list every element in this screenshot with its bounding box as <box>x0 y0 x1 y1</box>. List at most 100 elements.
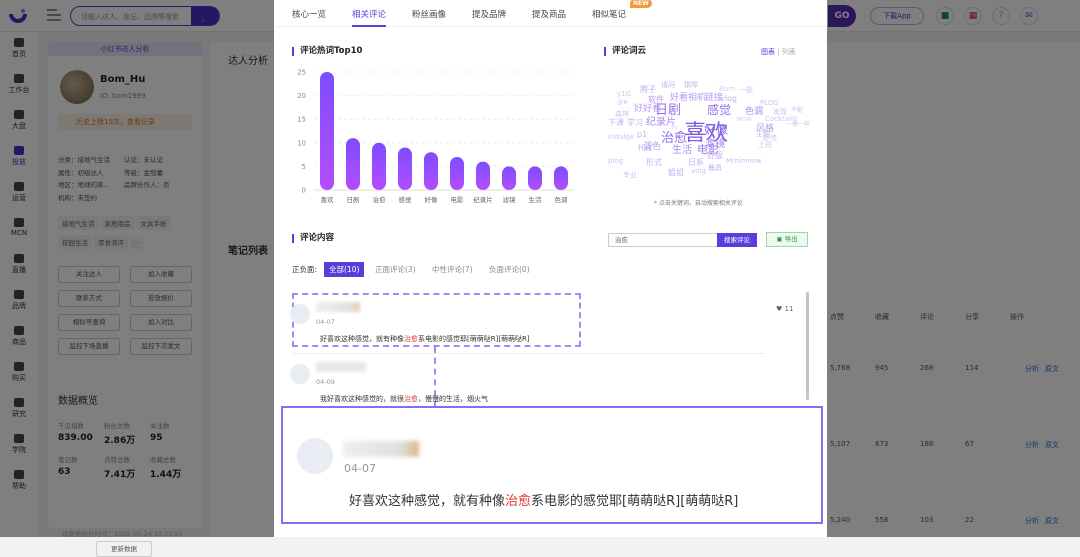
y-tick-label: 10 <box>297 139 306 147</box>
comment-text: 我好喜欢这种感觉的，就很治愈，慢慢的生活，烟火气 <box>320 395 488 403</box>
cloud-word[interactable]: 请问 <box>661 80 675 90</box>
modal-tab[interactable]: 相关评论 <box>352 8 387 27</box>
divider <box>292 353 765 354</box>
export-label: 导出 <box>784 235 798 243</box>
cloud-word[interactable]: 托盘 <box>638 143 652 153</box>
blurred-username <box>316 362 366 372</box>
x-tick-label: 喜欢 <box>321 195 335 204</box>
top10-bar-chart: 0 5 10 15 20 25 喜欢 日剧 治愈 感觉 好像 电影 纪录片 滤镜 生活 色调 <box>297 69 574 204</box>
blurred-username <box>343 441 419 457</box>
x-tick-label: 好像 <box>425 195 439 204</box>
bar-日剧[interactable] <box>346 138 360 190</box>
cloud-word[interactable]: vv <box>671 124 678 131</box>
x-tick-label: 纪录片 <box>473 195 493 204</box>
bar-色调[interactable] <box>554 166 568 190</box>
modal-tab[interactable]: 粉丝画像 <box>412 8 446 20</box>
cloud-word[interactable]: y1G <box>617 90 631 98</box>
cloud-word[interactable]: 发现 <box>773 107 787 117</box>
cloud-word[interactable]: 钢琴 <box>684 80 698 90</box>
user-avatar-icon <box>290 304 310 324</box>
y-tick-label: 5 <box>302 163 306 171</box>
comment-search-input[interactable]: 治愈 <box>608 233 718 247</box>
bar-治愈[interactable] <box>372 142 386 190</box>
sentiment-filter[interactable]: 负面评论(0) <box>489 264 530 275</box>
cloud-word[interactable]: 餐具 <box>708 163 722 173</box>
user-avatar-icon <box>290 364 310 384</box>
cloud-word[interactable]: 滤镜 <box>705 135 725 150</box>
cloud-word[interactable]: p1 <box>637 130 647 139</box>
cloud-word[interactable]: 好哇 <box>763 133 777 143</box>
bar-感觉[interactable] <box>398 147 412 190</box>
cloud-view-switch: 图表 | 列表 <box>761 48 796 56</box>
export-button[interactable]: ▣ 导出 <box>766 232 808 247</box>
cloud-word[interactable]: PLOG <box>760 99 779 107</box>
cloud-word[interactable]: vlog <box>720 94 737 103</box>
modal-tab[interactable]: 核心一览 <box>292 8 326 20</box>
cloud-title: 评论词云 <box>604 47 646 56</box>
cloud-word[interactable]: 腾子 <box>640 84 656 95</box>
bar-生活[interactable] <box>528 166 542 190</box>
y-tick-label: 20 <box>297 92 306 100</box>
bar-纪录片[interactable] <box>476 161 490 190</box>
modal-tab[interactable]: 提及商品 <box>532 8 566 20</box>
search-comments-button[interactable]: 搜索评论 <box>717 233 757 247</box>
cloud-word[interactable]: 不配 <box>791 105 803 114</box>
cloud-word[interactable]: 形式 <box>646 157 662 168</box>
cloud-word[interactable]: plog <box>608 157 623 165</box>
sentiment-label: 正负面: <box>292 265 318 274</box>
cloud-word[interactable]: 一部 <box>739 85 753 95</box>
cloud-note: * 点击关键词，自动搜索相关评论 <box>654 200 743 207</box>
y-tick-label: 0 <box>302 187 306 195</box>
cloud-word[interactable]: 好看 <box>670 90 688 103</box>
chart-view-link[interactable]: 图表 <box>761 48 775 56</box>
cloud-word[interactable]: 生活 <box>672 141 692 156</box>
comment-likes: ♥ 11 <box>776 305 794 313</box>
bar-电影[interactable] <box>450 156 464 190</box>
new-badge: NEW <box>630 0 652 8</box>
cloud-word[interactable]: Bom <box>719 85 735 93</box>
cloud-word[interactable]: 软件 <box>648 94 664 105</box>
x-tick-label: 感觉 <box>399 195 413 204</box>
x-tick-label: 日剧 <box>347 195 360 204</box>
cloud-word[interactable]: Indulge <box>608 133 634 141</box>
comment-date: 04-09 <box>316 378 335 386</box>
bar-喜欢[interactable] <box>320 72 334 190</box>
keyword-highlight: 治愈 <box>404 395 418 403</box>
cloud-word[interactable]: 一模一样 <box>786 119 810 128</box>
blurred-username <box>316 302 360 312</box>
modal-tab[interactable]: 相似笔记 <box>592 8 626 20</box>
comment-text: 好喜欢这种感觉，就有种像治愈系电影的感觉耶[萌萌哒R][萌萌哒R] <box>349 494 739 509</box>
cloud-word[interactable]: wow <box>736 115 752 123</box>
cloud-word[interactable]: 感觉 <box>707 101 731 118</box>
cloud-word[interactable]: 舒服 <box>707 150 723 161</box>
cloud-word[interactable]: Mmimeow <box>726 157 762 165</box>
cloud-word[interactable]: 森林 <box>615 109 629 119</box>
x-tick-label: 治愈 <box>373 195 387 204</box>
y-tick-label: 25 <box>297 69 306 77</box>
keyword-highlight: 治愈 <box>505 494 532 509</box>
modal-tab[interactable]: 提及品牌 <box>472 8 506 20</box>
cloud-word[interactable]: 姐姐 <box>668 167 684 178</box>
comments-scrollbar[interactable] <box>806 292 809 400</box>
list-view-link[interactable]: 列表 <box>782 48 796 56</box>
bar-滤镜[interactable] <box>502 166 516 190</box>
cloud-word[interactable]: 专业 <box>623 170 637 180</box>
sentiment-filter[interactable]: 中性评论(7) <box>432 264 473 275</box>
cloud-word[interactable]: @# <box>617 99 628 106</box>
cloud-word[interactable]: 学习 <box>627 117 643 128</box>
x-tick-label: 色调 <box>555 195 568 204</box>
cloud-word[interactable]: 相机 <box>688 90 706 103</box>
comment-text: 好喜欢这种感觉，就有种像治愈系电影的感觉耶[萌萌哒R][萌萌哒R] <box>320 335 530 343</box>
bar-好像[interactable] <box>424 152 438 190</box>
sentiment-filter[interactable]: 全部(10) <box>324 262 365 277</box>
comment-date: 04-07 <box>316 318 335 326</box>
sentiment-filter[interactable]: 正面评论(3) <box>375 264 416 275</box>
word-cloud: 喜欢 日剧 感觉 治愈 好像 电影 滤镜 纪录片 色调 生活 调色 风格 好好看 好看 相机 链接 vlog 软件… <box>608 75 810 200</box>
comments-title: 评论内容 <box>292 234 334 243</box>
update-data-button[interactable]: 更新数据 <box>96 541 152 557</box>
cloud-word[interactable]: volg <box>691 167 706 175</box>
y-tick-label: 15 <box>297 116 306 124</box>
x-tick-label: 滤镜 <box>503 195 517 204</box>
comment-date: 04-07 <box>344 462 376 475</box>
modal-tabs: 核心一览 相关评论 粉丝画像 提及品牌 提及商品 相似笔记 <box>274 0 827 27</box>
